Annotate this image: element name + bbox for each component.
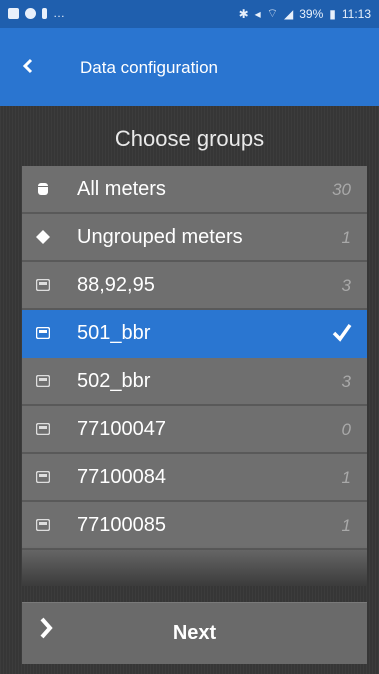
app-bar: Data configuration xyxy=(0,28,379,106)
clock: 11:13 xyxy=(341,6,371,21)
list-item-count: 1 xyxy=(341,228,351,247)
list-item-group[interactable]: 88,92,95 3 xyxy=(22,262,367,310)
list-item-count: 1 xyxy=(341,516,351,535)
list-item-count: 3 xyxy=(341,276,351,295)
list-item-label: 88,92,95 xyxy=(77,274,155,296)
list-item-label: 77100084 xyxy=(77,466,166,488)
group-chooser: Choose groups All meters 30 Ungrouped me… xyxy=(0,106,379,674)
list-item-all-meters[interactable]: All meters 30 xyxy=(22,166,367,214)
list-item-label: All meters xyxy=(77,178,166,200)
list-item-ungrouped-meters[interactable]: Ungrouped meters 1 xyxy=(22,214,367,262)
meter-icon xyxy=(36,518,50,532)
list-item-label: 501_bbr xyxy=(77,322,151,344)
meter-icon xyxy=(36,422,50,436)
meter-icon xyxy=(36,326,50,340)
back-button[interactable] xyxy=(16,54,40,78)
list-item-label: 77100085 xyxy=(77,514,166,536)
list-item-label: Ungrouped meters xyxy=(77,226,243,248)
bluetooth-icon: ✱ xyxy=(238,6,249,21)
status-bar: … ✱ ◂ ⌔ ◢ 39% ▮ 11:13 xyxy=(0,0,379,28)
meter-icon xyxy=(36,374,50,388)
diamond-icon xyxy=(36,230,50,244)
location-notification-icon xyxy=(25,7,36,19)
meter-icon xyxy=(36,278,50,292)
list-scroll-fade xyxy=(22,546,367,586)
image-notification-icon xyxy=(8,7,19,19)
signal-icon: ◢ xyxy=(283,6,294,21)
list-item-count: 3 xyxy=(341,372,351,391)
list-item-count: 1 xyxy=(341,468,351,487)
list-item-group[interactable]: 502_bbr 3 xyxy=(22,358,367,406)
list-item-group-selected[interactable]: 501_bbr xyxy=(22,310,367,358)
wifi-icon: ⌔ xyxy=(266,6,278,20)
list-item-label: 77100047 xyxy=(77,418,166,440)
status-right: ✱ ◂ ⌔ ◢ 39% ▮ 11:13 xyxy=(239,6,371,21)
database-icon xyxy=(36,182,50,196)
list-item-count: 0 xyxy=(341,420,351,439)
page-title: Data configuration xyxy=(80,58,218,77)
list-item-group[interactable]: 77100085 1 xyxy=(22,502,367,550)
battery-icon: ▮ xyxy=(329,6,336,21)
list-item-count: 30 xyxy=(332,180,351,199)
list-item-label: 502_bbr xyxy=(77,370,151,392)
chevron-left-icon xyxy=(22,58,33,74)
mute-icon: ◂ xyxy=(254,6,261,21)
list-item-group[interactable]: 77100084 1 xyxy=(22,454,367,502)
meter-icon xyxy=(36,470,50,484)
next-button-label: Next xyxy=(172,622,217,644)
app-notification-icon xyxy=(42,7,47,19)
battery-level: 39% xyxy=(299,6,324,21)
list-item-group[interactable]: 77100047 0 xyxy=(22,406,367,454)
status-left: … xyxy=(8,6,65,20)
choose-groups-heading: Choose groups xyxy=(114,126,265,151)
next-button[interactable]: Next xyxy=(22,602,367,664)
check-icon xyxy=(331,319,353,350)
group-list[interactable]: All meters 30 Ungrouped meters 1 88,92,9… xyxy=(22,166,367,586)
status-more-text: … xyxy=(53,6,65,20)
